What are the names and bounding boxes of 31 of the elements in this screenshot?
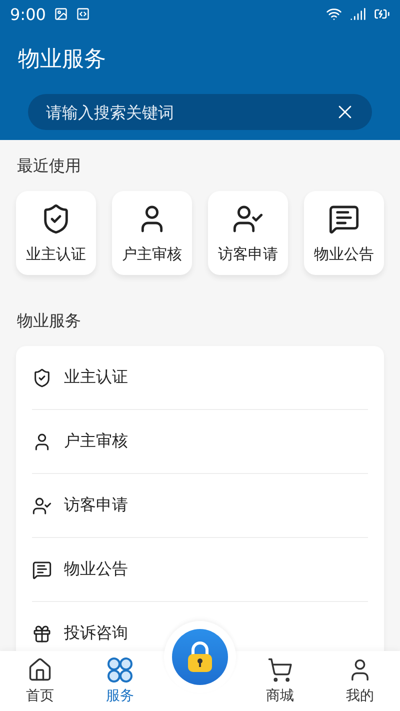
service-item[interactable]: 访客申请 xyxy=(32,474,368,538)
home-icon xyxy=(27,657,53,683)
message-icon xyxy=(32,560,52,580)
wifi-icon xyxy=(326,6,342,22)
user-check-icon xyxy=(32,496,52,516)
tab[interactable]: 商城 xyxy=(240,651,320,711)
lock-button[interactable] xyxy=(172,629,228,685)
service-item[interactable]: 业主认证 xyxy=(32,346,368,410)
section-title: 物业服务 xyxy=(16,310,82,332)
cart-icon xyxy=(267,657,293,683)
search-bar[interactable]: 请输入搜索关键词 xyxy=(28,94,372,130)
padlock-icon xyxy=(185,641,215,673)
tab[interactable]: 首页 xyxy=(0,651,80,711)
section-title: 最近使用 xyxy=(16,155,82,177)
app-icon xyxy=(76,7,90,21)
clover-icon xyxy=(107,657,133,683)
service-item[interactable]: 户主审核 xyxy=(32,410,368,474)
tab[interactable]: 我的 xyxy=(320,651,400,711)
signal-icon xyxy=(350,6,366,22)
shield-check-icon xyxy=(32,368,52,388)
gift-icon xyxy=(32,624,52,644)
shortcut-card[interactable]: 户主审核 xyxy=(112,191,192,275)
tab[interactable]: 服务 xyxy=(80,651,160,711)
shortcut-card[interactable]: 访客申请 xyxy=(208,191,288,275)
shortcut-card[interactable]: 物业公告 xyxy=(304,191,384,275)
shortcut-card[interactable]: 业主认证 xyxy=(16,191,96,275)
search-field[interactable]: 请输入搜索关键词 xyxy=(44,102,334,122)
status-time: 9:00 xyxy=(10,4,46,24)
service-item[interactable]: 物业公告 xyxy=(32,538,368,602)
page-title: 物业服务 xyxy=(17,46,107,74)
image-icon xyxy=(54,7,68,21)
